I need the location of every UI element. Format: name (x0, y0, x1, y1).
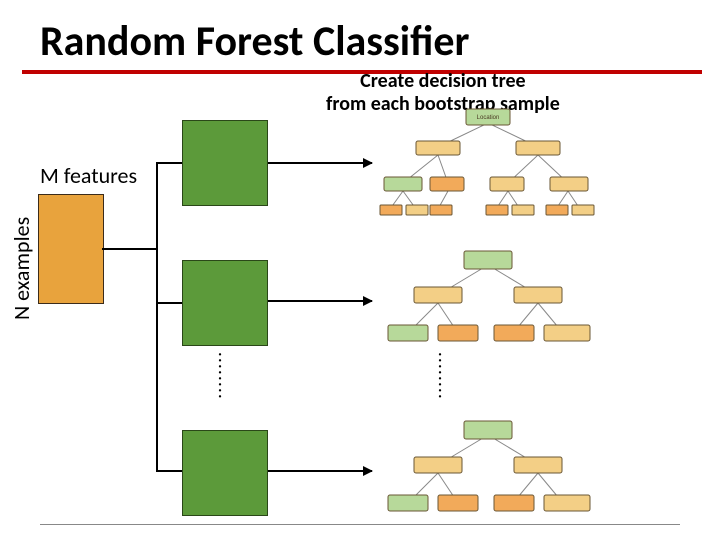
bootstrap-sample-2 (182, 260, 268, 346)
ellipsis-trees: ········ (438, 352, 450, 412)
footer-rule (40, 524, 680, 525)
connector-trunk (102, 248, 158, 250)
tree1-root-label: Location (477, 115, 500, 121)
decision-tree-3 (378, 415, 598, 530)
label-n-examples: N examples (8, 217, 35, 320)
decision-tree-2 (378, 245, 598, 360)
label-m-features: M features (40, 162, 137, 189)
connector-branch-1 (156, 162, 182, 164)
bootstrap-sample-1 (182, 120, 268, 206)
arrow-sample2-to-tree2 (268, 300, 372, 302)
arrow-sample3-to-tree3 (268, 470, 372, 472)
ellipsis-samples: ········ (218, 352, 230, 412)
connector-vertical (156, 162, 158, 472)
bootstrap-sample-3 (182, 430, 268, 516)
arrow-sample1-to-tree1 (268, 162, 372, 164)
slide: Random Forest Classifier Create decision… (0, 0, 720, 540)
subtitle-line1: Create decision tree (360, 69, 525, 93)
connector-branch-3 (156, 470, 182, 472)
connector-branch-2 (156, 302, 182, 304)
page-title: Random Forest Classifier (40, 16, 469, 67)
decision-tree-1: Location (378, 105, 598, 220)
training-data-block (38, 194, 104, 304)
